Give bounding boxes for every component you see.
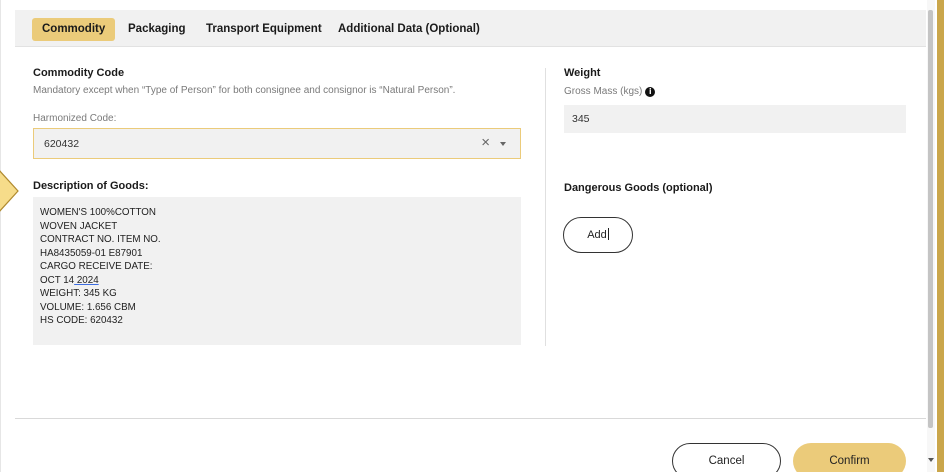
confirm-button[interactable]: Confirm xyxy=(793,443,906,472)
tab-packaging[interactable]: Packaging xyxy=(118,18,196,41)
harmonized-code-label: Harmonized Code: xyxy=(33,113,117,124)
description-line: WOMEN'S 100%COTTON xyxy=(40,207,157,218)
add-button-label: Add xyxy=(587,229,607,241)
tab-commodity[interactable]: Commodity xyxy=(32,18,116,41)
tab-bar: Commodity Packaging Transport Equipment … xyxy=(15,10,926,47)
scroll-down-icon[interactable] xyxy=(928,458,934,462)
chevron-down-icon[interactable] xyxy=(500,142,506,146)
description-line: CARGO RECEIVE DATE: xyxy=(40,261,153,272)
gross-mass-field[interactable]: 345 xyxy=(564,105,906,133)
info-icon[interactable]: i xyxy=(645,87,656,97)
description-heading: Description of Goods: xyxy=(33,180,149,192)
cancel-button[interactable]: Cancel xyxy=(672,443,781,472)
left-border xyxy=(0,0,1,472)
commodity-code-note: Mandatory except when “Type of Person” f… xyxy=(33,85,456,96)
description-year-part: 2024 xyxy=(74,274,99,286)
dangerous-goods-heading: Dangerous Goods (optional) xyxy=(564,182,713,194)
column-divider xyxy=(545,68,546,346)
scrollbar-thumb[interactable] xyxy=(928,10,933,428)
description-date-part: OCT 14 xyxy=(40,274,75,286)
add-dangerous-goods-button[interactable]: Add xyxy=(563,217,633,253)
footer-divider xyxy=(15,418,926,419)
commodity-code-heading: Commodity Code xyxy=(33,67,125,79)
description-line: VOLUME: 1.656 CBM xyxy=(40,301,136,313)
right-edge-strip xyxy=(937,0,944,472)
description-line: CONTRACT NO. ITEM NO. xyxy=(40,234,161,245)
text-cursor xyxy=(607,228,609,240)
description-line: HS CODE: 620432 xyxy=(40,315,123,326)
description-line: WOVEN JACKET xyxy=(40,220,118,232)
description-textarea[interactable]: WOMEN'S 100%COTTON WOVEN JACKET CONTRACT… xyxy=(33,197,521,345)
description-line: OCT 14 2024 xyxy=(40,274,514,288)
gross-mass-label: Gross Mass (kgs) i xyxy=(564,86,656,97)
vertical-scrollbar[interactable] xyxy=(927,0,935,472)
weight-heading: Weight xyxy=(564,67,601,79)
description-line: WEIGHT: 345 KG xyxy=(40,288,117,299)
tab-transport-equipment[interactable]: Transport Equipment xyxy=(196,18,332,41)
gross-mass-value: 345 xyxy=(572,113,590,125)
description-line: HA8435059-01 E87901 xyxy=(40,247,143,259)
harmonized-code-select[interactable]: 620432 × xyxy=(33,128,521,159)
gross-mass-label-text: Gross Mass (kgs) xyxy=(564,86,643,97)
tab-additional-data[interactable]: Additional Data (Optional) xyxy=(328,18,490,41)
harmonized-code-value: 620432 xyxy=(44,138,80,150)
clear-icon[interactable]: × xyxy=(481,135,490,151)
